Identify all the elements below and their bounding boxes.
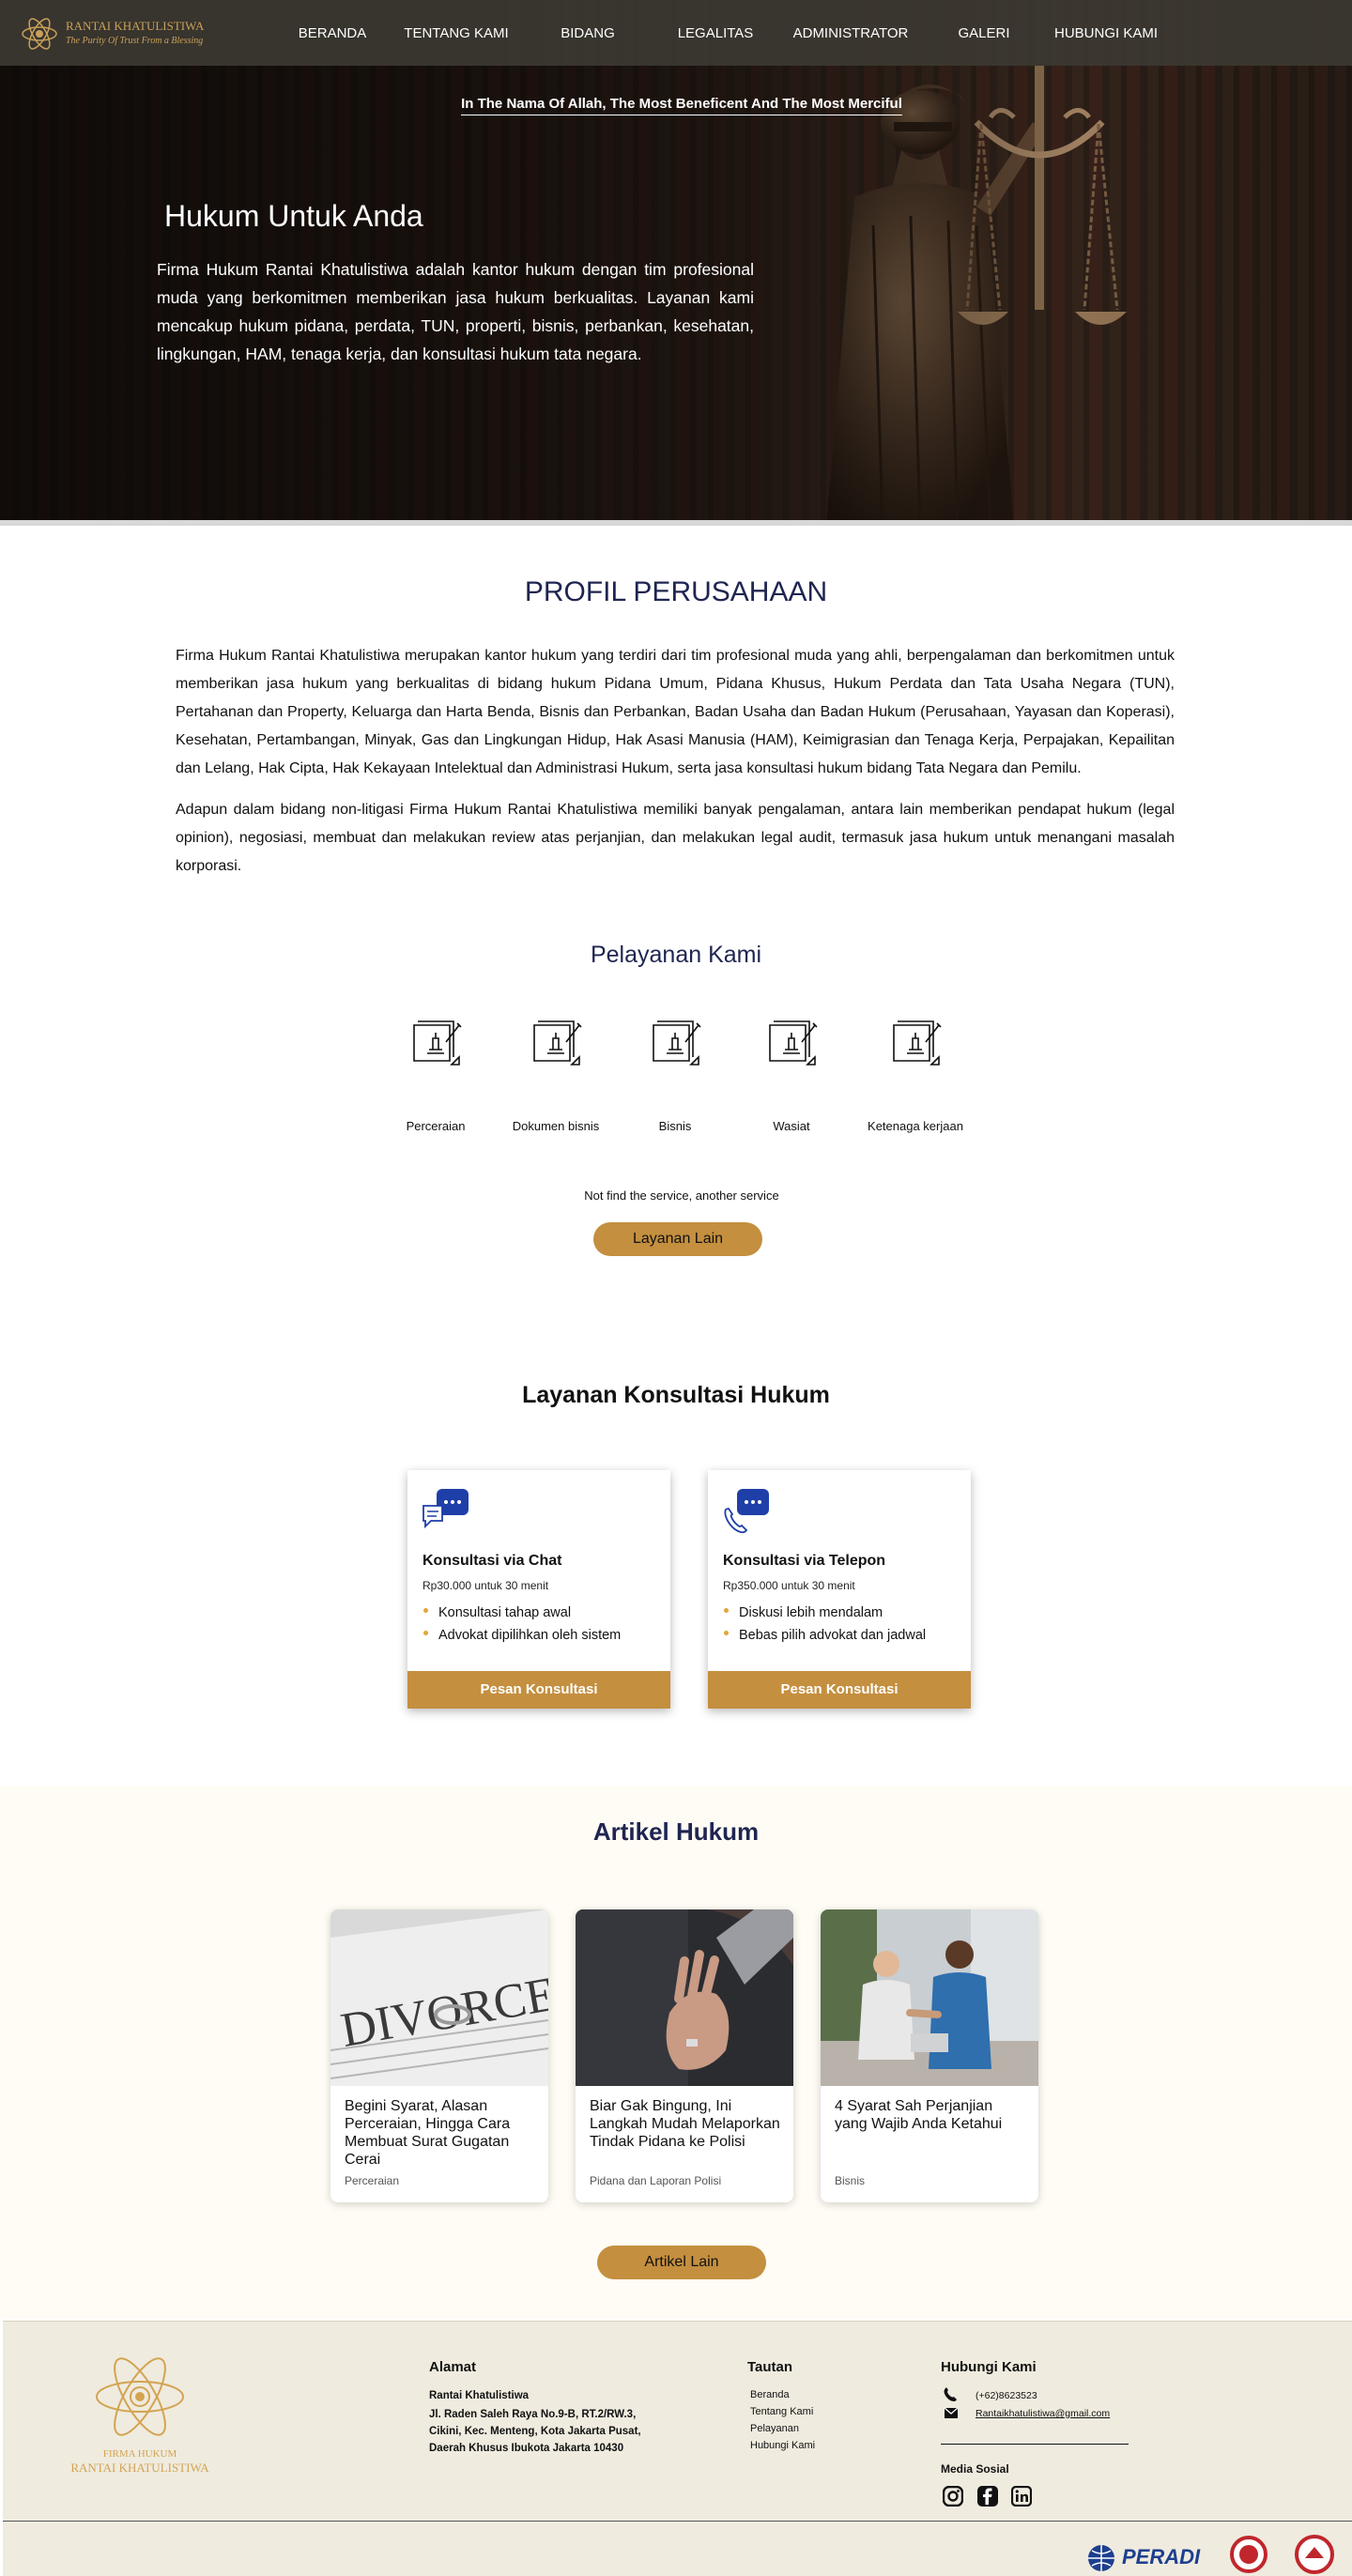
article-category: Perceraian (345, 2174, 400, 2187)
legal-document-icon (893, 1020, 942, 1066)
pesan-konsultasi-chat-button[interactable]: Pesan Konsultasi (407, 1671, 670, 1709)
peradi-globe-icon (1088, 2545, 1114, 2571)
phone-call-image (576, 1909, 793, 2086)
artikel-lain-button[interactable]: Artikel Lain (597, 2246, 766, 2279)
alamat-heading: Alamat (429, 2359, 477, 2375)
atom-emblem-icon (22, 18, 57, 50)
card-title: Konsultasi via Chat (422, 1553, 562, 1569)
facebook-icon[interactable] (977, 2486, 998, 2507)
article-title: Biar Gak Bingung, Ini Langkah Mudah Mela… (590, 2098, 780, 2150)
alamat-name: Rantai Khatulistiwa (429, 2390, 530, 2401)
bismillah-text: In The Nama Of Allah, The Most Beneficen… (0, 96, 1352, 115)
footer-phone: (+62)8623523 (976, 2390, 1037, 2401)
alamat-line: Daerah Khusus Ibukota Jakarta 10430 (429, 2443, 624, 2454)
layanan-lain-button[interactable]: Layanan Lain (593, 1222, 762, 1256)
profil-paragraph-1: Firma Hukum Rantai Khatulistiwa merupaka… (176, 648, 1175, 776)
nav-hubungi-kami[interactable]: HUBUNGI KAMI (1054, 25, 1158, 41)
profil-paragraph-2: Adapun dalam bidang non-litigasi Firma H… (176, 802, 1175, 874)
media-sosial-heading: Media Sosial (941, 2462, 1009, 2476)
bismillah-label: In The Nama Of Allah, The Most Beneficen… (461, 96, 902, 115)
nav-legalitas[interactable]: LEGALITAS (678, 25, 754, 41)
chat-bubble-icon (422, 1489, 469, 1529)
footer-link-hubungi-kami[interactable]: Hubungi Kami (750, 2440, 815, 2451)
divorce-document-image: DIVORCE (330, 1909, 548, 2086)
footer-divider-small (941, 2444, 1129, 2445)
legal-document-icon (413, 1020, 462, 1066)
footer-link-pelayanan[interactable]: Pelayanan (750, 2423, 799, 2434)
alamat-line: Cikini, Kec. Menteng, Kota Jakarta Pusat… (429, 2426, 641, 2437)
feature-item: Konsultasi tahap awal (422, 1602, 621, 1624)
feature-item: Diskusi lebih mendalam (723, 1602, 926, 1624)
feature-item: Advokat dipilihkan oleh sistem (422, 1624, 621, 1647)
pelayanan-title: Pelayanan Kami (590, 942, 762, 968)
peradi-logo: PERADI (1086, 2541, 1210, 2573)
konsultasi-title: Layanan Konsultasi Hukum (522, 1382, 830, 1408)
alamat-line: Jl. Raden Saleh Raya No.9-B, RT.2/RW.3, (429, 2409, 637, 2420)
phone-icon (944, 2387, 957, 2401)
legal-document-icon (769, 1020, 818, 1066)
pesan-konsultasi-telepon-button[interactable]: Pesan Konsultasi (708, 1671, 971, 1709)
article-category: Bisnis (835, 2174, 866, 2187)
legal-document-icon (533, 1020, 582, 1066)
article-card[interactable]: Biar Gak Bingung, Ini Langkah Mudah Mela… (576, 1909, 793, 2202)
article-title: Begini Syarat, Alasan Perceraian, Hingga… (345, 2098, 511, 2168)
nav-administrator[interactable]: ADMINISTRATOR (793, 25, 909, 41)
top-navbar: RANTAI KHATULISTIWA The Purity Of Trust … (0, 0, 1352, 66)
card-price: Rp350.000 untuk 30 menit (723, 1579, 855, 1592)
peradi-text: PERADI (1122, 2545, 1201, 2568)
footer-logo-line2: RANTAI KHATULISTIWA (70, 2461, 209, 2475)
site-footer: FIRMA HUKUM RANTAI KHATULISTIWA Alamat R… (3, 2321, 1352, 2576)
article-card[interactable]: DIVORCE Begini Syarat, Alasan Perceraian… (330, 1909, 548, 2202)
footer-link-beranda[interactable]: Beranda (750, 2389, 790, 2400)
logo-name: RANTAI KHATULISTIWA (66, 19, 205, 33)
article-category: Pidana dan Laporan Polisi (590, 2174, 722, 2187)
feature-list: Konsultasi tahap awal Advokat dipilihkan… (422, 1602, 621, 1647)
hubungi-heading: Hubungi Kami (941, 2359, 1037, 2375)
association-seal-icon (1230, 2536, 1268, 2573)
instagram-icon[interactable] (943, 2486, 963, 2507)
feature-list: Diskusi lebih mendalam Bebas pilih advok… (723, 1602, 926, 1647)
service-ketenaga-kerjaan[interactable]: Ketenaga kerjaan (840, 1016, 991, 1138)
firm-emblem-logo: FIRMA HUKUM RANTAI KHATULISTIWA (70, 2357, 209, 2475)
linkedin-icon[interactable] (1011, 2486, 1032, 2507)
site-logo[interactable]: RANTAI KHATULISTIWA The Purity Of Trust … (21, 15, 208, 53)
service-label: Ketenaga kerjaan (868, 1119, 963, 1133)
article-title: 4 Syarat Sah Perjanjian yang Wajib Anda … (835, 2098, 1003, 2132)
footer-divider (3, 2521, 1352, 2522)
article-card[interactable]: 4 Syarat Sah Perjanjian yang Wajib Anda … (821, 1909, 1038, 2202)
hero-description: Firma Hukum Rantai Khatulistiwa adalah k… (157, 260, 754, 363)
feature-item: Bebas pilih advokat dan jadwal (723, 1624, 926, 1647)
nav-bidang[interactable]: BIDANG (561, 25, 615, 41)
phone-bubble-icon (724, 1489, 769, 1534)
footer-link-tentang-kami[interactable]: Tentang Kami (750, 2406, 813, 2417)
legal-document-icon (653, 1020, 701, 1066)
hero-divider (0, 520, 1352, 526)
bar-association-seal-icon (1295, 2535, 1334, 2574)
email-icon (945, 2408, 958, 2418)
nav-beranda[interactable]: BERANDA (299, 25, 367, 41)
handshake-meeting-image (821, 1909, 1038, 2086)
service-note: Not find the service, another service (584, 1188, 779, 1203)
card-price: Rp30.000 untuk 30 menit (422, 1579, 549, 1592)
profil-title: PROFIL PERUSAHAAN (524, 576, 828, 607)
hero-title: Hukum Untuk Anda (164, 199, 423, 233)
card-title: Konsultasi via Telepon (723, 1553, 886, 1569)
footer-email-link[interactable]: Rantaikhatulistiwa@gmail.com (976, 2405, 1110, 2422)
footer-logo-line1: FIRMA HUKUM (103, 2448, 177, 2460)
nav-tentang-kami[interactable]: TENTANG KAMI (404, 25, 508, 41)
nav-galeri[interactable]: GALERI (958, 25, 1009, 41)
tautan-heading: Tautan (747, 2359, 793, 2375)
logo-tagline: The Purity Of Trust From a Blessing (66, 36, 204, 46)
konsultasi-telepon-card: Konsultasi via Telepon Rp350.000 untuk 3… (708, 1470, 971, 1709)
artikel-title: Artikel Hukum (592, 1817, 760, 1846)
konsultasi-chat-card: Konsultasi via Chat Rp30.000 untuk 30 me… (407, 1470, 670, 1709)
